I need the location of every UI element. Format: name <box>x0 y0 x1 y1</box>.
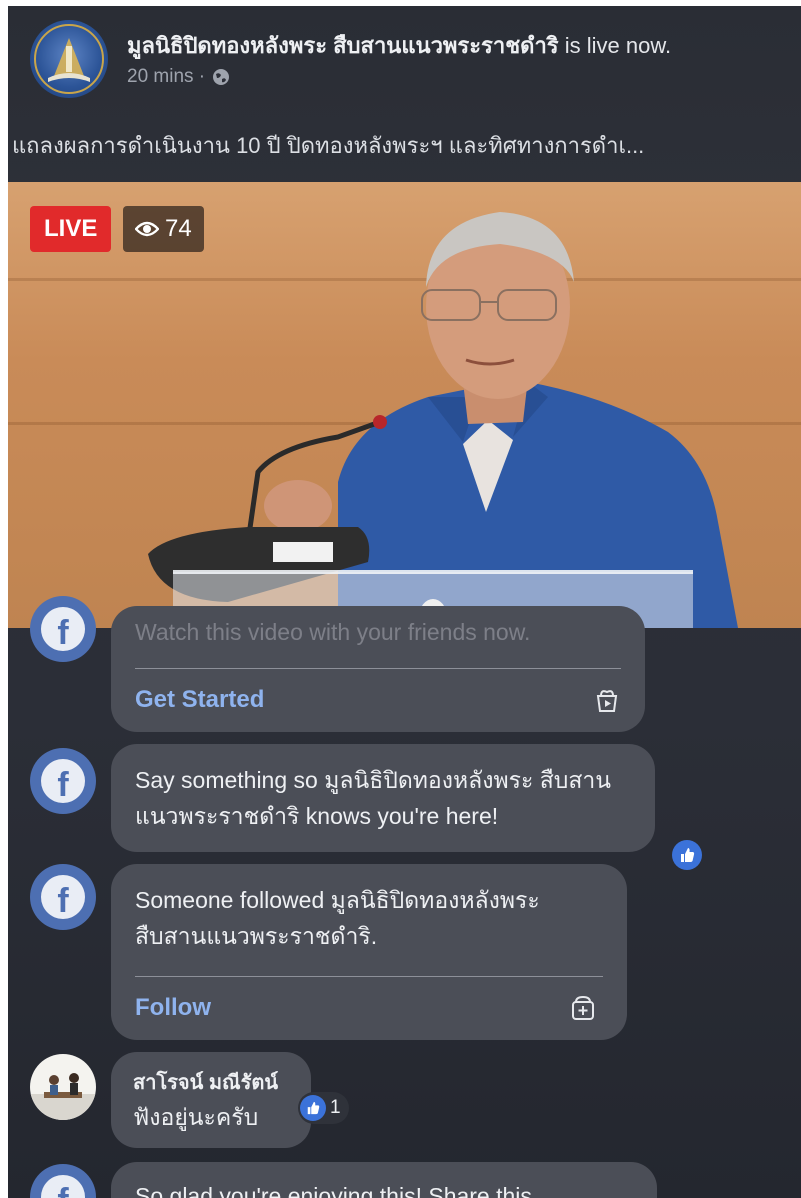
eye-icon <box>135 221 159 237</box>
facebook-icon: f <box>41 759 85 803</box>
share-text: So glad you're enjoying this! Share this <box>135 1183 532 1198</box>
like-icon <box>300 1095 326 1121</box>
facebook-avatar: f <box>30 748 96 814</box>
viewer-count: 74 <box>165 215 192 242</box>
comment-author[interactable]: สาโรจน์ มณีรัตน์ <box>133 1066 278 1098</box>
post-time: 20 mins · <box>127 66 206 87</box>
like-icon[interactable] <box>672 840 702 870</box>
say-something-text: Say something so มูลนิธิปิดทองหลังพระ สื… <box>135 767 612 829</box>
follow-button[interactable]: Follow <box>135 994 211 1022</box>
comment-text: ฟังอยู่นะครับ <box>133 1104 259 1130</box>
live-status-text: is live now. <box>558 33 672 58</box>
live-video-player[interactable]: LIVE 74 <box>8 182 801 628</box>
followed-card: Someone followed มูลนิธิปิดทองหลังพระ สื… <box>111 864 627 1040</box>
card-divider <box>135 976 603 977</box>
facebook-avatar: f <box>30 864 96 930</box>
say-something-card: Say something so มูลนิธิปิดทองหลังพระ สื… <box>111 744 655 852</box>
page-name-link[interactable]: มูลนิธิปิดทองหลังพระ สืบสานแนวพระราชดำริ <box>127 33 559 58</box>
post-description[interactable]: แถลงผลการดำเนินงาน 10 ปี ปิดทองหลังพระฯ … <box>8 128 801 163</box>
user-comment-bubble[interactable]: สาโรจน์ มณีรัตน์ ฟังอยู่นะครับ <box>111 1052 311 1148</box>
post-title: มูลนิธิปิดทองหลังพระ สืบสานแนวพระราชดำริ… <box>127 28 797 63</box>
facebook-avatar: f <box>30 1164 96 1198</box>
globe-icon <box>213 69 230 85</box>
facebook-icon: f <box>41 875 85 919</box>
share-card: So glad you're enjoying this! Share this <box>111 1162 657 1198</box>
post-meta: 20 mins · <box>127 66 231 88</box>
live-badge: LIVE <box>30 206 112 252</box>
add-box-icon[interactable] <box>569 994 597 1022</box>
followed-text: Someone followed มูลนิธิปิดทองหลังพระ สื… <box>135 887 540 949</box>
commenter-avatar[interactable] <box>30 1054 96 1120</box>
card-divider <box>135 668 621 669</box>
get-started-button[interactable]: Get Started <box>135 686 264 714</box>
page-avatar[interactable] <box>30 20 108 98</box>
gift-box-icon[interactable] <box>593 686 621 714</box>
comment-reactions[interactable]: 1 <box>298 1092 349 1124</box>
live-video-screen: มูลนิธิปิดทองหลังพระ สืบสานแนวพระราชดำริ… <box>8 6 801 1198</box>
viewer-count-badge: 74 <box>123 206 204 252</box>
post-header: มูลนิธิปิดทองหลังพระ สืบสานแนวพระราชดำริ… <box>8 6 801 182</box>
reaction-count: 1 <box>330 1097 341 1118</box>
video-overlap <box>8 566 801 628</box>
facebook-icon: f <box>41 1175 85 1198</box>
